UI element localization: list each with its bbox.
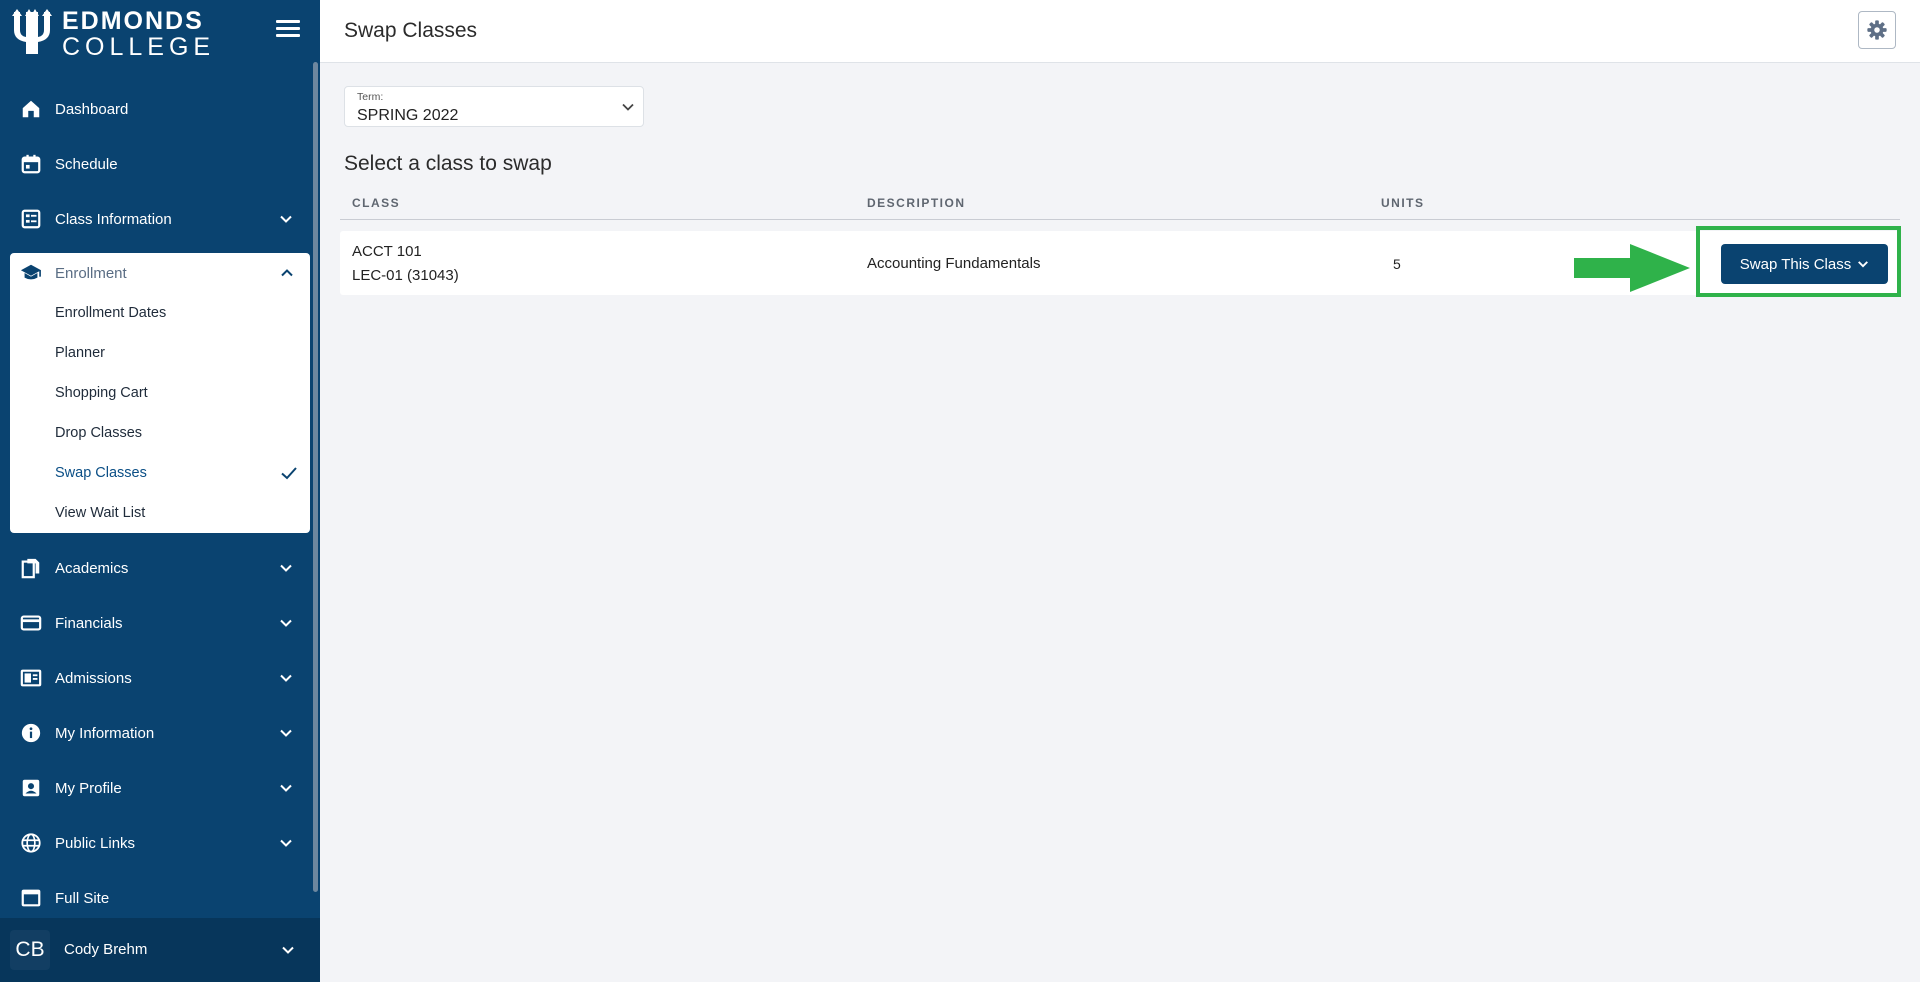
sidebar-subitem-label: View Wait List [55,505,146,521]
chevron-down-icon [280,839,292,847]
sidebar: EDMONDS COLLEGE Dashboard Schedule Class… [0,0,320,982]
class-description: Accounting Fundamentals [867,255,1041,272]
page-title: Swap Classes [344,19,478,42]
column-header-class: CLASS [352,196,401,210]
enrollment-panel: Enrollment Enrollment Dates Planner Shop… [10,253,310,533]
brand: EDMONDS COLLEGE [0,0,320,64]
menu-toggle-button[interactable] [276,20,300,40]
sidebar-item-public-links[interactable]: Public Links [0,818,312,868]
sidebar-item-full-site[interactable]: Full Site [0,873,312,923]
sidebar-subitem-label: Planner [55,345,105,361]
brand-line2: COLLEGE [62,33,216,61]
section-title: Select a class to swap [344,152,552,175]
class-section: LEC-01 (31043) [352,267,459,284]
sidebar-subitem-drop-classes[interactable]: Drop Classes [10,413,310,453]
sidebar-subitem-label: Shopping Cart [55,385,148,401]
sidebar-item-admissions[interactable]: Admissions [0,653,312,703]
chevron-down-icon [280,729,292,737]
column-header-description: DESCRIPTION [867,196,966,210]
sidebar-item-label: My Profile [55,779,122,797]
green-arrow-annotation [1574,244,1690,292]
sidebar-item-label: Financials [55,614,123,632]
class-units: 5 [1393,256,1401,272]
sidebar-item-schedule[interactable]: Schedule [0,139,312,189]
sidebar-subitem-label: Drop Classes [55,425,143,441]
sidebar-item-label: Admissions [55,669,132,687]
swap-this-class-button[interactable]: Swap This Class [1721,244,1888,284]
sidebar-item-label: Schedule [55,155,118,173]
sidebar-item-label: Class Information [55,210,172,228]
newspaper-icon [20,667,42,689]
sidebar-item-enrollment[interactable]: Enrollment [10,253,310,293]
sidebar-item-label: My Information [55,724,155,742]
sidebar-subitem-enrollment-dates[interactable]: Enrollment Dates [10,293,310,333]
term-value: SPRING 2022 [357,107,459,124]
chevron-down-icon [280,564,292,572]
window-icon [20,887,42,909]
credit-card-icon [20,612,42,634]
sidebar-item-dashboard[interactable]: Dashboard [0,84,312,134]
documents-icon [20,557,42,579]
term-label: Term: [357,91,384,103]
chevron-up-icon [281,269,293,277]
sidebar-item-label: Full Site [55,889,110,907]
user-name: Cody Brehm [64,941,148,958]
chevron-down-icon [1858,261,1869,268]
info-icon [20,722,42,744]
swap-button-label: Swap This Class [1739,255,1852,273]
sidebar-item-academics[interactable]: Academics [0,543,312,593]
sidebar-subitem-planner[interactable]: Planner [10,333,310,373]
sidebar-subitem-label: Swap Classes [55,465,147,481]
graduation-cap-icon [20,262,42,284]
hamburger-icon [276,20,300,23]
sidebar-item-financials[interactable]: Financials [0,598,312,648]
sidebar-scrollbar[interactable] [313,62,318,892]
chevron-down-icon [622,103,634,111]
chevron-down-icon [282,946,294,954]
trident-logo-icon [12,9,52,54]
header-divider [340,219,1900,220]
avatar: CB [10,930,50,970]
settings-button[interactable] [1858,11,1896,49]
user-menu[interactable]: CB Cody Brehm [0,918,320,982]
sidebar-item-label: Enrollment [55,265,127,282]
gear-icon [1867,20,1887,40]
term-select[interactable]: Term: SPRING 2022 [344,86,644,127]
sidebar-subitem-view-wait-list[interactable]: View Wait List [10,493,310,533]
profile-icon [20,777,42,799]
calendar-icon [20,153,42,175]
brand-line1: EDMONDS [62,7,204,35]
sidebar-item-label: Public Links [55,834,136,852]
globe-icon [20,832,42,854]
sidebar-subitem-swap-classes[interactable]: Swap Classes [10,453,310,493]
top-header: Swap Classes [320,0,1920,63]
home-icon [20,98,42,120]
checkmark-icon [281,467,297,480]
chevron-down-icon [280,619,292,627]
chevron-down-icon [280,215,292,223]
list-icon [20,208,42,230]
sidebar-item-my-information[interactable]: My Information [0,708,312,758]
chevron-down-icon [280,674,292,682]
sidebar-item-label: Dashboard [55,100,129,118]
class-code: ACCT 101 [352,243,422,260]
sidebar-subitem-label: Enrollment Dates [55,305,167,321]
brand-text: EDMONDS COLLEGE [62,9,215,60]
sidebar-item-class-information[interactable]: Class Information [0,194,312,244]
sidebar-subitem-shopping-cart[interactable]: Shopping Cart [10,373,310,413]
chevron-down-icon [280,784,292,792]
column-header-units: UNITS [1381,196,1425,210]
sidebar-item-label: Academics [55,559,129,577]
sidebar-item-my-profile[interactable]: My Profile [0,763,312,813]
